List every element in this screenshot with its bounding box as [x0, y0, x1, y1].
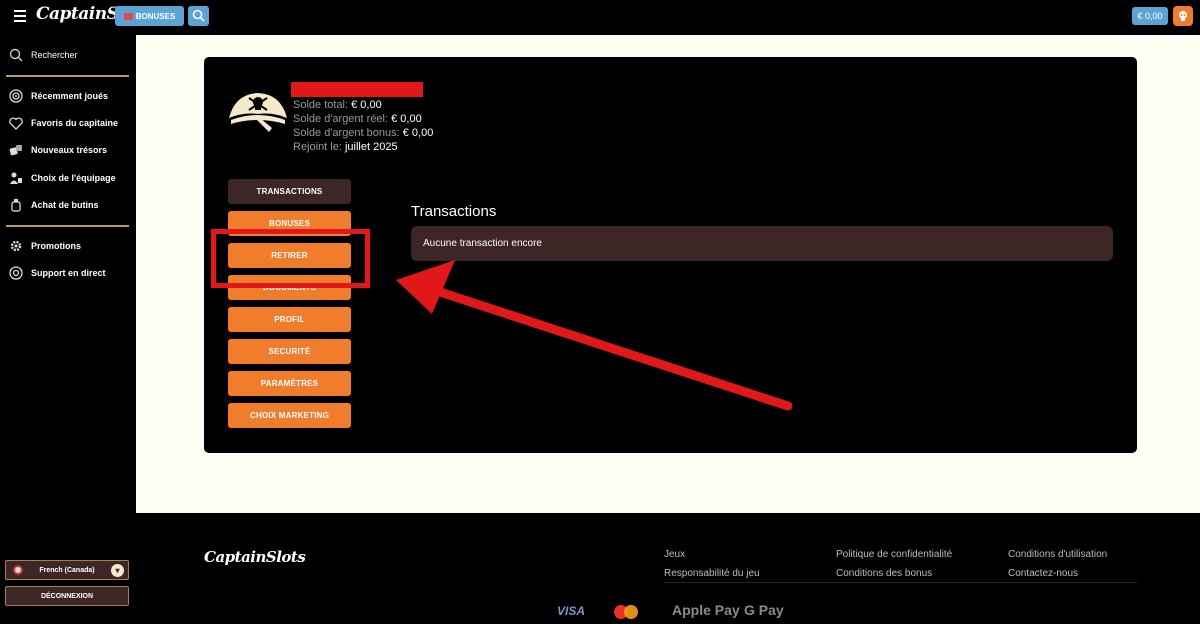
footer-link-bonus-terms[interactable]: Conditions des bonus — [836, 568, 932, 579]
real-balance: Solde d'argent réel: € 0,00 — [293, 113, 422, 125]
tab-security[interactable]: SECURITÉ — [228, 339, 351, 364]
balance-display[interactable]: € 0,00 — [1132, 7, 1168, 25]
footer-link-terms[interactable]: Conditions d'utilisation — [1008, 549, 1107, 560]
tab-settings[interactable]: PARAMÈTRES — [228, 371, 351, 396]
joined-date: Rejoint le: juillet 2025 — [293, 141, 398, 153]
gift-icon — [123, 12, 133, 20]
heart-icon — [8, 115, 24, 131]
language-label: French (Canada) — [39, 566, 95, 574]
mastercard-icon — [614, 605, 638, 619]
sidebar-item-support[interactable]: Support en direct — [8, 264, 106, 282]
sidebar-divider — [6, 75, 129, 77]
sidebar-item-label: Promotions — [31, 241, 82, 251]
tab-bonuses[interactable]: BONUSES — [228, 211, 351, 236]
language-select[interactable]: French (Canada) ▾ — [5, 560, 129, 580]
google-pay-icon: G Pay — [744, 602, 784, 618]
footer-link-contact[interactable]: Contactez-nous — [1008, 568, 1078, 579]
sidebar-item-recent[interactable]: Récemment joués — [8, 87, 108, 105]
gear-icon — [8, 238, 24, 254]
sidebar-item-search[interactable]: Rechercher — [8, 46, 78, 64]
search-button[interactable] — [188, 6, 209, 26]
footer-divider — [664, 582, 1137, 583]
skull-icon — [1179, 11, 1187, 21]
dice-icon — [8, 142, 24, 158]
tab-profile[interactable]: PROFIL — [228, 307, 351, 332]
footer-link-responsible-gaming[interactable]: Responsabilité du jeu — [664, 568, 760, 579]
tab-marketing[interactable]: CHOIX MARKETING — [228, 403, 351, 428]
sidebar-item-label: Récemment joués — [31, 91, 109, 101]
bonus-balance: Solde d'argent bonus: € 0,00 — [293, 127, 434, 139]
bonuses-button[interactable]: BONUSES — [115, 6, 184, 26]
bonuses-button-label: BONUSES — [135, 11, 176, 21]
avatar[interactable] — [1173, 6, 1193, 26]
apple-pay-icon: Apple Pay — [672, 602, 740, 618]
empty-transactions-message: Aucune transaction encore — [411, 226, 1113, 261]
sidebar-item-loot[interactable]: Achat de butins — [8, 196, 99, 214]
search-icon — [8, 47, 24, 63]
visa-icon: VISA — [557, 604, 586, 618]
sidebar-item-promotions[interactable]: Promotions — [8, 237, 81, 255]
sidebar-item-label: Support en direct — [31, 268, 106, 278]
logout-button[interactable]: DÉCONNEXION — [5, 586, 129, 606]
tab-withdraw[interactable]: RETIRER — [228, 243, 351, 268]
total-balance: Solde total: € 0,00 — [293, 99, 382, 111]
footer-logo[interactable]: CaptainSlots — [204, 548, 306, 566]
sidebar-item-new[interactable]: Nouveaux trésors — [8, 141, 107, 159]
tab-documents[interactable]: DOCUMENTS — [228, 275, 351, 300]
bottle-icon — [8, 197, 24, 213]
sidebar-item-label: Favoris du capitaine — [31, 118, 119, 128]
sidebar-item-label: Achat de butins — [31, 200, 99, 210]
sidebar-item-label: Rechercher — [31, 50, 78, 60]
sidebar-item-label: Choix de l'équipage — [31, 173, 116, 183]
sidebar-item-favorites[interactable]: Favoris du capitaine — [8, 114, 118, 132]
menu-icon[interactable] — [14, 10, 26, 25]
lifebuoy-icon — [8, 265, 24, 281]
footer-link-privacy[interactable]: Politique de confidentialité — [836, 549, 952, 560]
chevron-down-icon: ▾ — [111, 564, 124, 577]
tab-transactions[interactable]: TRANSACTIONS — [228, 179, 351, 204]
page-title: Transactions — [411, 203, 497, 220]
top-bar: CaptainSlots BONUSES € 0,00 — [0, 0, 1200, 32]
maple-leaf-icon — [13, 565, 23, 575]
pirate-hat-icon — [229, 93, 287, 132]
sidebar-item-label: Nouveaux trésors — [31, 145, 108, 155]
sidebar-item-crew[interactable]: Choix de l'équipage — [8, 169, 116, 187]
redacted-username — [291, 82, 423, 97]
footer-link-games[interactable]: Jeux — [664, 549, 685, 560]
search-icon — [192, 9, 205, 22]
sidebar-divider — [6, 225, 129, 227]
target-icon — [8, 88, 24, 104]
crew-icon — [8, 170, 24, 186]
